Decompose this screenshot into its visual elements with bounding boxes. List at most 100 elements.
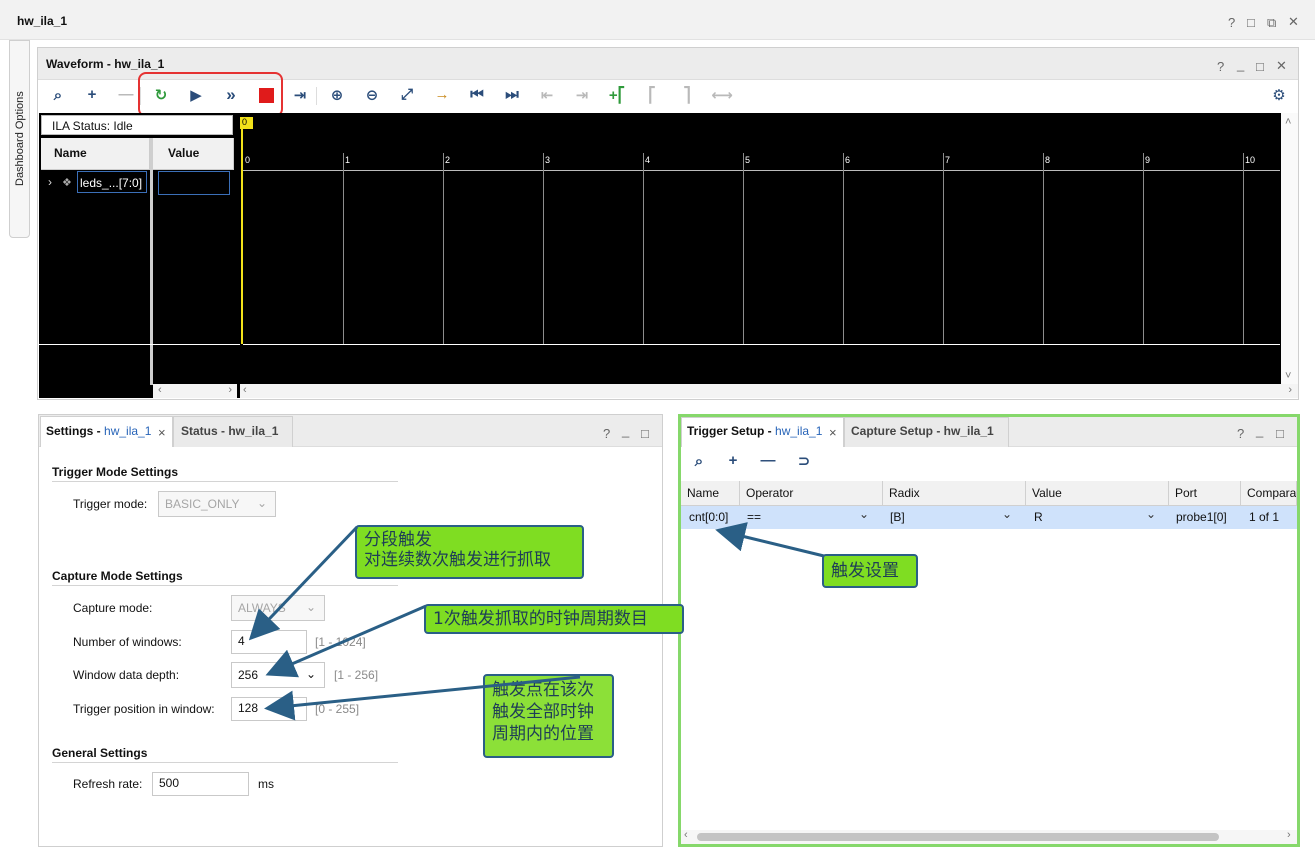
next-transition-icon[interactable]: ⇥ <box>571 86 593 104</box>
cursor-marker[interactable]: 0 <box>240 117 253 129</box>
close-icon[interactable]: ✕ <box>1288 14 1299 30</box>
col-operator[interactable]: Operator <box>740 481 883 506</box>
trigger-mode-value: BASIC_ONLY <box>165 497 240 511</box>
help-icon[interactable]: ? <box>1228 15 1235 30</box>
time-tick-label: 10 <box>1245 155 1256 165</box>
go-to-cursor-icon[interactable]: → <box>431 86 453 103</box>
chevron-down-icon[interactable]: ⌄ <box>859 507 869 521</box>
waveform-minimize-icon[interactable]: _ <box>1237 57 1244 72</box>
depth-select[interactable]: 256 ⌄ <box>231 662 325 688</box>
col-header-name[interactable]: Name <box>41 138 150 170</box>
trigger-position-input[interactable]: 128 <box>231 697 307 721</box>
time-tick-label: 2 <box>445 155 451 165</box>
float-icon[interactable]: ⧉ <box>1267 15 1276 31</box>
toolbar-separator <box>316 87 317 105</box>
prev-transition-icon[interactable]: ⇤ <box>536 86 558 104</box>
operator-value[interactable]: == <box>747 510 761 524</box>
waveform-help-icon[interactable]: ? <box>1217 59 1224 74</box>
export-icon[interactable]: ⇥ <box>289 86 311 104</box>
signal-name[interactable]: leds_...[7:0] <box>77 171 147 193</box>
settings-help-icon[interactable]: ? <box>603 426 610 441</box>
chevron-down-icon[interactable]: ⌄ <box>1146 507 1156 521</box>
tab-capture-setup-label[interactable]: Capture Setup - hw_ila_1 <box>851 424 994 438</box>
windows-input[interactable]: 4 <box>231 630 307 654</box>
annotation-trigger-setup: 触发设置 <box>822 554 918 588</box>
time-tick-label: 4 <box>645 155 651 165</box>
close-tab-icon[interactable]: × <box>829 425 837 440</box>
zoom-fit-icon[interactable]: ⤢ <box>396 86 418 103</box>
next-marker-icon[interactable]: ⎤ <box>676 86 698 104</box>
trigger-mode-select[interactable]: BASIC_ONLY ⌄ <box>158 491 276 517</box>
general-section: General Settings <box>52 746 148 760</box>
window-titlebar <box>0 0 1315 40</box>
time-grid-line <box>1043 153 1044 344</box>
close-tab-icon[interactable]: × <box>158 425 166 440</box>
trigger-hscroll-thumb[interactable] <box>697 833 1219 841</box>
gear-icon[interactable]: ⚙ <box>1268 86 1290 104</box>
waveform-maximize-icon[interactable]: □ <box>1256 59 1264 74</box>
col-port[interactable]: Port <box>1169 481 1241 506</box>
col-header-value[interactable]: Value <box>153 138 234 170</box>
probe-name[interactable]: cnt[0:0] <box>689 510 728 524</box>
chevron-down-icon[interactable]: ⌄ <box>1002 507 1012 521</box>
radix-value[interactable]: [B] <box>890 510 905 524</box>
annotation-line: 周期内的位置 <box>492 724 594 744</box>
col-radix[interactable]: Radix <box>883 481 1026 506</box>
time-grid-line <box>943 153 944 344</box>
capture-mode-select[interactable]: ALWAYS ⌄ <box>231 595 325 621</box>
value-scrollbar[interactable]: ‹ › <box>153 384 237 398</box>
waveform-bottom-line <box>243 344 1280 345</box>
go-to-end-icon[interactable]: ⏭ <box>501 86 523 103</box>
trigger-buttons-highlight <box>138 72 283 117</box>
section-divider <box>52 585 398 586</box>
tab-settings-link[interactable]: hw_ila_1 <box>104 424 151 438</box>
trigger-help-icon[interactable]: ? <box>1237 426 1244 441</box>
zoom-in-icon[interactable]: ⊕ <box>326 86 348 104</box>
compare-count: 1 of 1 <box>1249 510 1280 524</box>
col-name[interactable]: Name <box>681 481 740 506</box>
dashboard-options-label: Dashboard Options <box>14 91 26 187</box>
settings-maximize-icon[interactable]: □ <box>641 426 649 441</box>
compare-value[interactable]: R <box>1034 510 1043 524</box>
waveform-hscroll[interactable]: ‹ › <box>240 384 1298 398</box>
remove-probe-icon[interactable]: — <box>757 452 779 469</box>
signal-value[interactable] <box>158 171 230 195</box>
settings-minimize-icon[interactable]: _ <box>622 423 629 438</box>
tab-settings-label[interactable]: Settings - hw_ila_1 <box>46 424 151 438</box>
expand-chevron-icon[interactable]: › <box>48 175 52 189</box>
time-grid-line <box>643 153 644 344</box>
capture-mode-label: Capture mode: <box>73 601 153 615</box>
waveform-row-line <box>243 170 1280 171</box>
search-icon[interactable]: ⌕ <box>47 87 69 104</box>
annotation-window-depth: 1次触发抓取的时钟周期数目 <box>424 604 684 634</box>
tab-status-label[interactable]: Status - hw_ila_1 <box>181 424 278 438</box>
add-icon[interactable]: + <box>81 86 103 103</box>
section-divider <box>52 762 398 763</box>
add-probe-icon[interactable]: + <box>722 452 744 469</box>
search-icon[interactable]: ⌕ <box>688 453 710 470</box>
refresh-input[interactable]: 500 <box>152 772 249 796</box>
scroll-right-icon[interactable]: › <box>1287 829 1291 841</box>
annotation-line: 触发全部时钟 <box>492 702 594 722</box>
col-value[interactable]: Value <box>1026 481 1169 506</box>
tab-trigger-setup-link[interactable]: hw_ila_1 <box>775 424 822 438</box>
time-tick-label: 7 <box>945 155 951 165</box>
waveform-vscroll[interactable]: ˄ ˅ <box>1281 113 1298 385</box>
waveform-close-icon[interactable]: ✕ <box>1276 58 1287 74</box>
trigger-minimize-icon[interactable]: _ <box>1256 423 1263 438</box>
swap-markers-icon[interactable]: ⟷ <box>711 86 733 104</box>
cursor-line[interactable] <box>241 129 243 344</box>
col-compare[interactable]: Compara <box>1241 481 1297 506</box>
condition-icon[interactable]: ⊃ <box>793 452 815 470</box>
go-to-start-icon[interactable]: ⏮ <box>466 86 488 103</box>
zoom-out-icon[interactable]: ⊖ <box>361 86 383 104</box>
trigger-maximize-icon[interactable]: □ <box>1276 426 1284 441</box>
prev-marker-icon[interactable]: ⎡ <box>641 86 663 104</box>
tab-trigger-setup-label[interactable]: Trigger Setup - hw_ila_1 <box>687 424 822 438</box>
maximize-icon[interactable]: □ <box>1247 15 1255 30</box>
add-marker-icon[interactable]: +⎡ <box>606 86 628 104</box>
remove-icon[interactable]: — <box>115 86 137 103</box>
scroll-left-icon[interactable]: ‹ <box>684 829 688 841</box>
tab-settings-text: Settings - <box>46 424 105 438</box>
column-divider[interactable] <box>150 138 153 385</box>
